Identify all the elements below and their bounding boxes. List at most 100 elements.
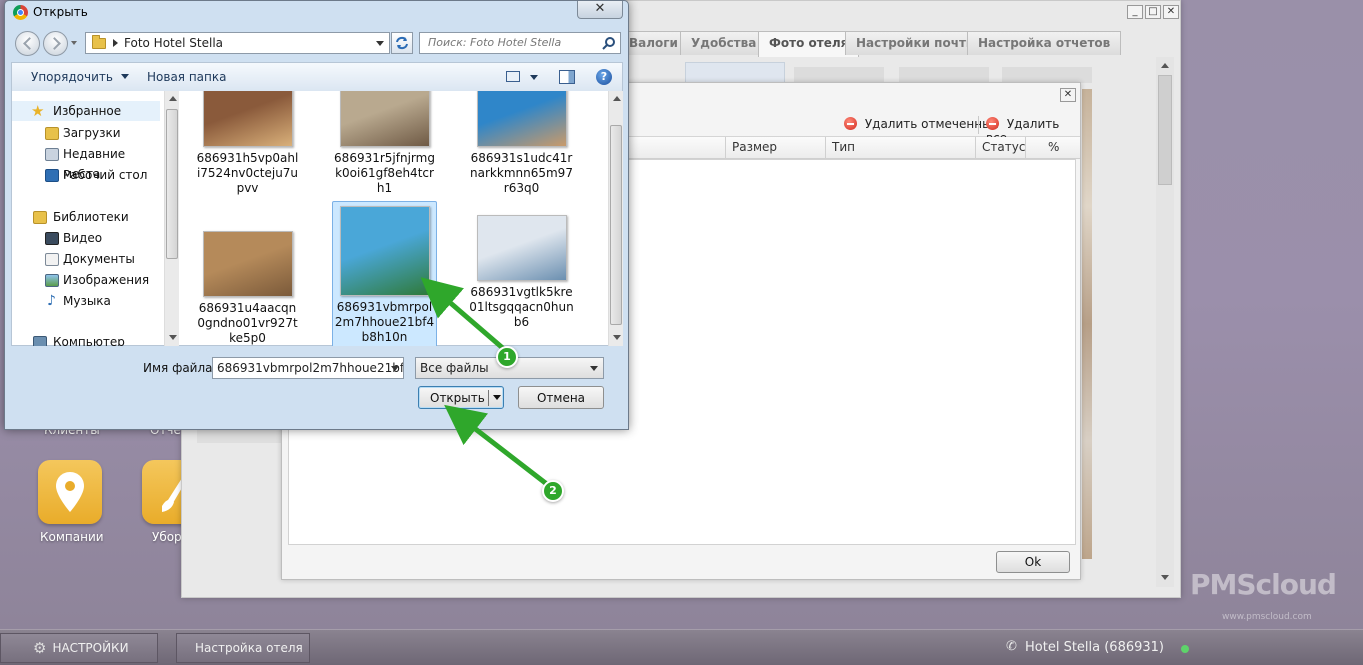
nav-pictures-label: Изображения (63, 273, 150, 287)
nav-favorites-label: Избранное (53, 104, 122, 118)
filetype-value: Все файлы (420, 361, 489, 375)
nav-computer[interactable]: Компьютер (12, 332, 160, 346)
filename-input[interactable]: 686931vbmrpol2m7hhoue21bf4 (212, 357, 404, 379)
nav-video-label: Видео (63, 231, 103, 245)
delete-icon (844, 117, 857, 130)
maximize-button[interactable]: □ (1145, 5, 1161, 19)
step-marker-2: 2 (542, 480, 564, 502)
breadcrumb[interactable]: Foto Hotel Stella (124, 36, 223, 50)
minimize-button[interactable]: _ (1127, 5, 1143, 19)
star-icon: ★ (31, 102, 45, 120)
col-percent[interactable]: % (1025, 137, 1075, 159)
nav-video[interactable]: Видео (12, 228, 160, 248)
chrome-icon (13, 5, 28, 20)
file-item[interactable]: 686931u4aacqn0gndno01vr927tke5p0 (195, 227, 300, 346)
nav-downloads[interactable]: Загрузки (12, 123, 160, 143)
gear-icon: ⚙ (33, 639, 47, 657)
hotel-settings-task[interactable]: Настройка отеля (176, 633, 310, 663)
nav-scrollbar-thumb[interactable] (166, 109, 178, 259)
file-item[interactable]: 686931h5vp0ahli7524nv0cteju7upvv (195, 91, 300, 196)
nav-libraries[interactable]: Библиотеки (12, 207, 160, 227)
file-grid-scrollbar[interactable] (608, 91, 623, 346)
help-icon[interactable]: ? (596, 69, 612, 85)
back-button[interactable] (15, 31, 40, 56)
view-icon[interactable] (506, 71, 520, 82)
forward-button[interactable] (43, 31, 68, 56)
refresh-button[interactable] (391, 32, 413, 54)
open-button-label: Открыть (430, 390, 485, 405)
ok-button[interactable]: Ok (996, 551, 1070, 573)
nav-desktop-label: Рабочий стол (63, 168, 148, 182)
scroll-up-icon[interactable] (613, 96, 621, 101)
photo-placeholder (899, 67, 989, 83)
nav-pane-scrollbar[interactable] (164, 91, 179, 346)
recent-locations-icon[interactable] (71, 41, 77, 45)
filename-label: Имя файла: (143, 361, 217, 375)
scroll-down-icon[interactable] (613, 335, 621, 340)
file-thumbnail (339, 206, 430, 296)
close-window-button[interactable]: ✕ (1163, 5, 1179, 19)
nav-favorites[interactable]: ★ Избранное (12, 101, 160, 121)
scroll-up-icon[interactable] (169, 96, 177, 101)
organize-label: Упорядочить (31, 70, 113, 84)
libraries-icon (33, 211, 47, 224)
file-thumbnail (202, 91, 293, 147)
delete-checked-button[interactable]: Удалить отмеченные (844, 117, 999, 131)
app-scrollbar-thumb[interactable] (1158, 75, 1172, 185)
chevron-down-icon (120, 74, 129, 79)
preview-pane-icon[interactable] (559, 70, 575, 84)
col-size[interactable]: Размер (725, 137, 825, 159)
nav-music-label: Музыка (63, 294, 111, 308)
address-dropdown-icon[interactable] (376, 41, 384, 46)
pmscloud-logo: PMScloud (1190, 568, 1337, 601)
cleaning-label: Убор (152, 530, 182, 544)
search-icon[interactable] (602, 36, 616, 50)
dialog-close-button[interactable]: ✕ (577, 1, 623, 19)
pictures-icon (45, 274, 59, 287)
hotel-name[interactable]: Hotel Stella (686931) (1025, 640, 1164, 655)
view-dropdown-icon[interactable] (530, 75, 538, 80)
photo-placeholder (1002, 67, 1092, 83)
nav-recent-places[interactable]: Недавние места (12, 144, 160, 181)
cancel-button[interactable]: Отмена (518, 386, 604, 409)
tab-amenities[interactable]: Удобства (680, 31, 768, 55)
file-item-selected[interactable]: 686931vbmrpol2m7hhoue21bf4b8h10n (332, 201, 437, 346)
video-icon (45, 232, 59, 245)
scroll-down-icon[interactable] (169, 335, 177, 340)
new-folder-button[interactable]: Новая папка (147, 70, 226, 84)
file-grid: 686931h5vp0ahli7524nv0cteju7upvv 686931r… (180, 91, 608, 346)
chevron-down-icon[interactable] (493, 395, 501, 400)
file-name: 686931s1udc41rnarkkmnn65m97r63q0 (470, 151, 573, 195)
file-item[interactable]: 686931r5jfnjrmgk0oi61gf8eh4tcrh1 (332, 91, 437, 196)
nav-documents[interactable]: Документы (12, 249, 160, 269)
organize-menu[interactable]: Упорядочить (31, 70, 129, 84)
nav-documents-label: Документы (63, 252, 135, 266)
tab-report-settings[interactable]: Настройка отчетов (967, 31, 1122, 55)
file-item[interactable]: 686931vgtlk5kre01ltsgqqacn0hunb6 (469, 211, 574, 330)
downloads-folder-icon (45, 127, 59, 140)
settings-button[interactable]: ⚙ НАСТРОЙКИ (0, 633, 158, 663)
companies-app-icon[interactable] (38, 460, 102, 524)
nav-downloads-label: Загрузки (63, 126, 121, 140)
nav-desktop[interactable]: Рабочий стол (12, 165, 160, 185)
scroll-up-icon[interactable] (1161, 63, 1169, 68)
app-scrollbar[interactable] (1156, 57, 1174, 587)
col-status[interactable]: Статус (975, 137, 1025, 159)
file-item[interactable]: 686931s1udc41rnarkkmnn65m97r63q0 (469, 91, 574, 196)
search-input[interactable]: Поиск: Foto Hotel Stella (419, 32, 621, 54)
file-thumbnail (476, 91, 567, 147)
recent-places-icon (45, 148, 59, 161)
file-thumbnail (476, 215, 567, 281)
music-icon: ♪ (47, 293, 56, 309)
file-name: 686931vgtlk5kre01ltsgqqacn0hunb6 (469, 285, 574, 329)
upload-close-button[interactable]: ✕ (1060, 88, 1076, 102)
nav-music[interactable]: ♪ Музыка (12, 291, 160, 311)
filename-dropdown-icon[interactable] (391, 366, 399, 371)
col-type[interactable]: Тип (825, 137, 975, 159)
address-bar[interactable]: Foto Hotel Stella (85, 32, 390, 54)
file-scrollbar-thumb[interactable] (610, 125, 622, 325)
scroll-down-icon[interactable] (1161, 575, 1169, 580)
nav-pictures[interactable]: Изображения (12, 270, 160, 290)
step-marker-1: 1 (496, 346, 518, 368)
open-button[interactable]: Открыть (418, 386, 504, 409)
